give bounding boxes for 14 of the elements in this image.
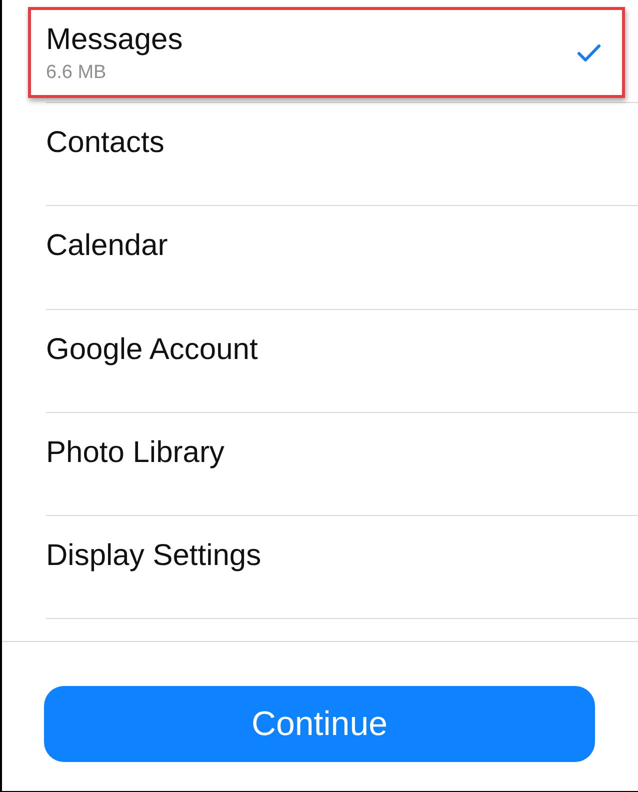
list-item[interactable]: Contacts [46,103,638,206]
list-item[interactable]: Google Account [46,310,638,413]
item-label: Photo Library [46,434,224,471]
continue-button[interactable]: Continue [44,686,595,762]
item-label: Contacts [46,125,164,162]
item-size: 6.6 MB [46,61,106,85]
item-label: Display Settings [46,538,262,574]
item-label: Google Account [46,332,258,368]
list-item[interactable]: Messages 6.6 MB [46,0,638,104]
list-item[interactable]: Photo Library [46,412,638,516]
list-item[interactable]: Calendar [46,206,638,310]
item-label: Messages [46,22,183,58]
item-label: Calendar [46,228,168,264]
list-item[interactable]: Display Settings [46,516,638,620]
